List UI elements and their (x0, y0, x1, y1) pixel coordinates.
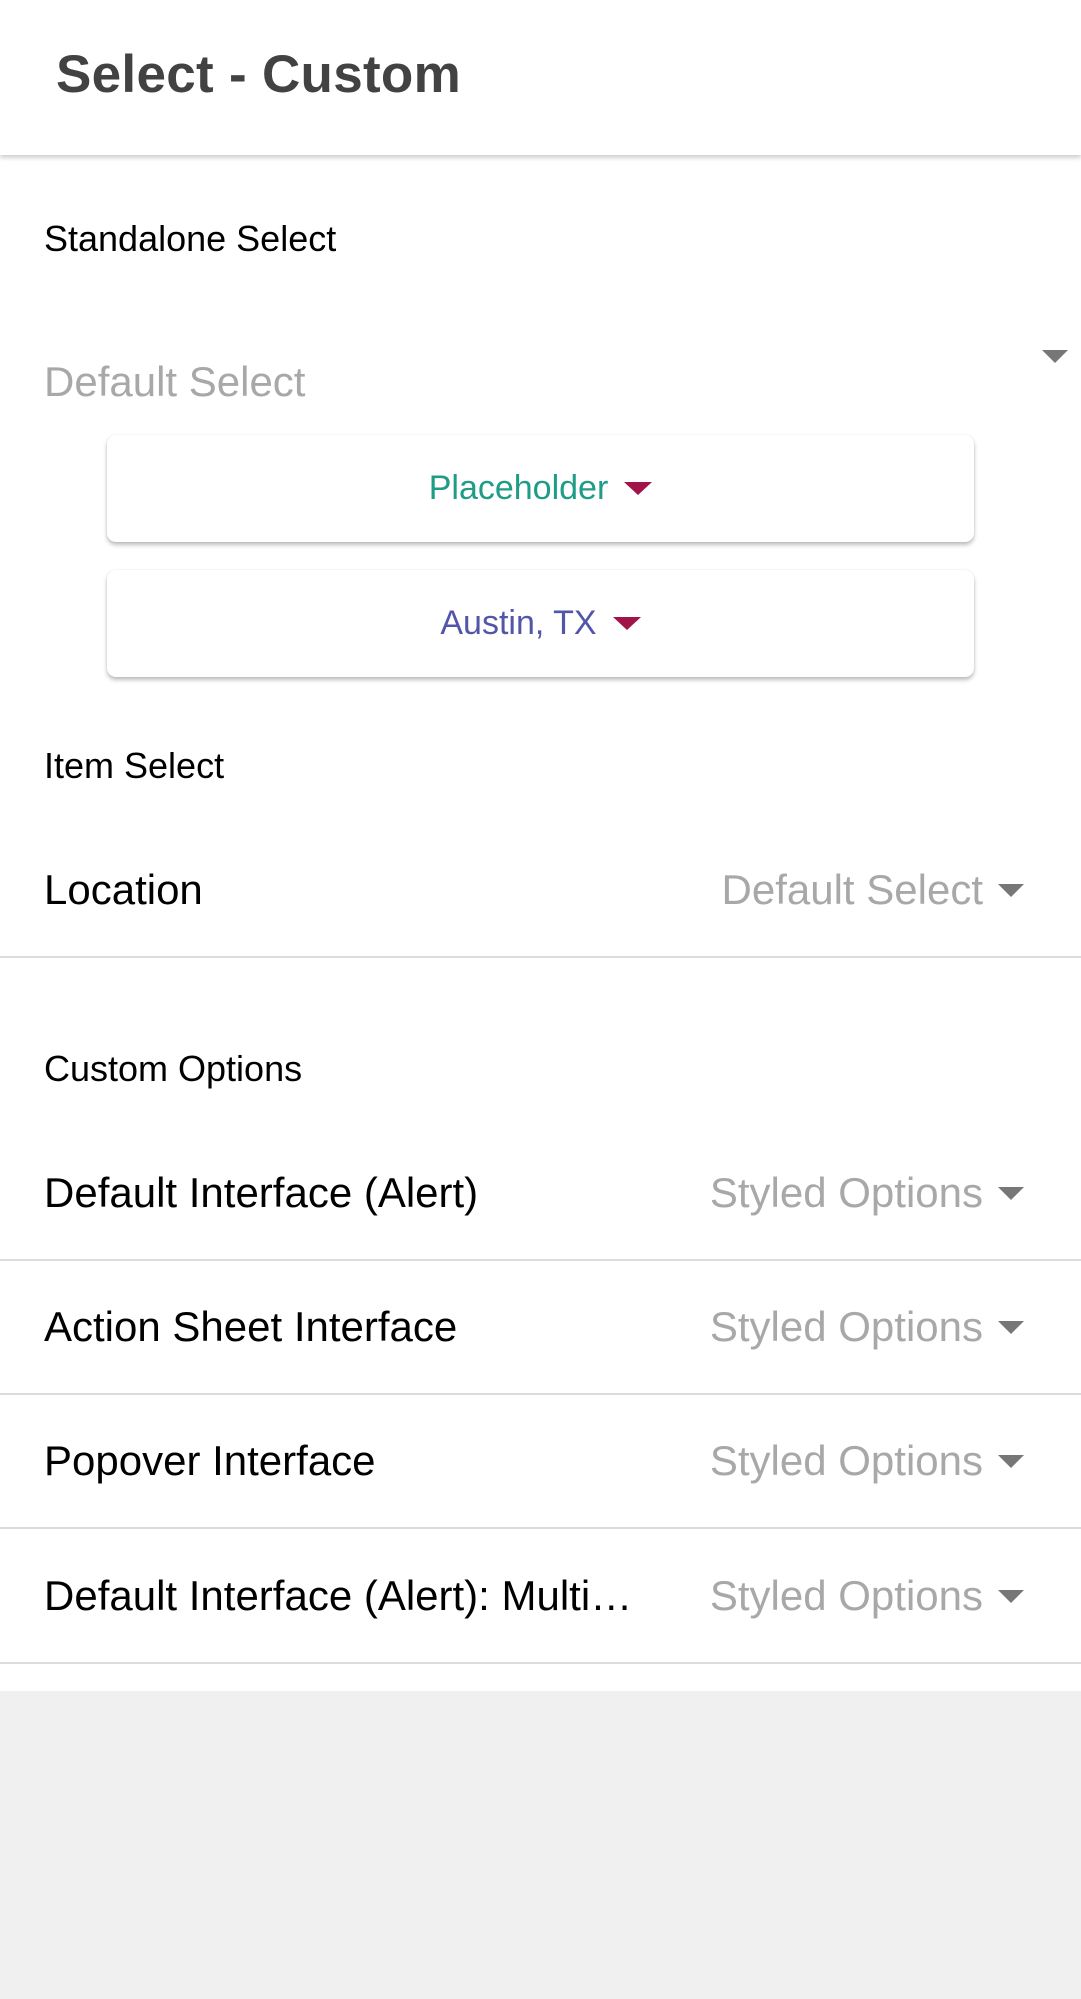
item-label: Action Sheet Interface (44, 1303, 458, 1350)
item-label: Default Interface (Alert): Multiple Sele… (44, 1572, 654, 1619)
item-action-sheet-interface[interactable]: Action Sheet Interface Styled Options (0, 1261, 1081, 1395)
item-label: Location (44, 866, 203, 913)
section-label-standalone: Standalone Select (44, 218, 337, 259)
caret-down-icon (998, 1187, 1024, 1200)
caret-down-icon (998, 1590, 1024, 1603)
select-value: Default Select (44, 358, 306, 405)
caret-down-icon (998, 1455, 1024, 1468)
standalone-default-select[interactable]: Default Select (0, 325, 1081, 435)
toolbar: Select - Custom (0, 0, 1081, 155)
item-select-value: Styled Options (709, 1169, 983, 1216)
location-button-label: Austin, TX (440, 604, 597, 642)
item-location[interactable]: Location Default Select (0, 824, 1081, 958)
item-select-value: Styled Options (709, 1572, 983, 1619)
location-select-button[interactable]: Austin, TX (107, 570, 974, 677)
caret-down-icon (612, 617, 641, 630)
caret-down-icon (624, 482, 653, 495)
content: Standalone Select Default Select Placeho… (0, 155, 1081, 1691)
item-label: Popover Interface (44, 1437, 376, 1484)
app-root: Select - Custom Standalone Select Defaul… (0, 0, 1081, 1999)
section-label-item-select: Item Select (44, 745, 225, 786)
item-default-interface-alert[interactable]: Default Interface (Alert) Styled Options (0, 1127, 1081, 1261)
item-select-value: Default Select (721, 866, 983, 913)
section-label-custom-options: Custom Options (44, 1048, 303, 1089)
item-default-interface-alert-multiple[interactable]: Default Interface (Alert): Multiple Sele… (0, 1530, 1081, 1664)
placeholder-select-button[interactable]: Placeholder (107, 435, 974, 542)
caret-down-icon (998, 1321, 1024, 1334)
caret-down-icon (1042, 350, 1068, 363)
page-title: Select - Custom (56, 45, 462, 104)
item-label: Default Interface (Alert) (44, 1169, 479, 1216)
item-popover-interface[interactable]: Popover Interface Styled Options (0, 1395, 1081, 1529)
item-select-value: Styled Options (709, 1303, 983, 1350)
item-select-value: Styled Options (709, 1437, 983, 1484)
placeholder-button-label: Placeholder (428, 469, 609, 507)
caret-down-icon (998, 884, 1024, 897)
